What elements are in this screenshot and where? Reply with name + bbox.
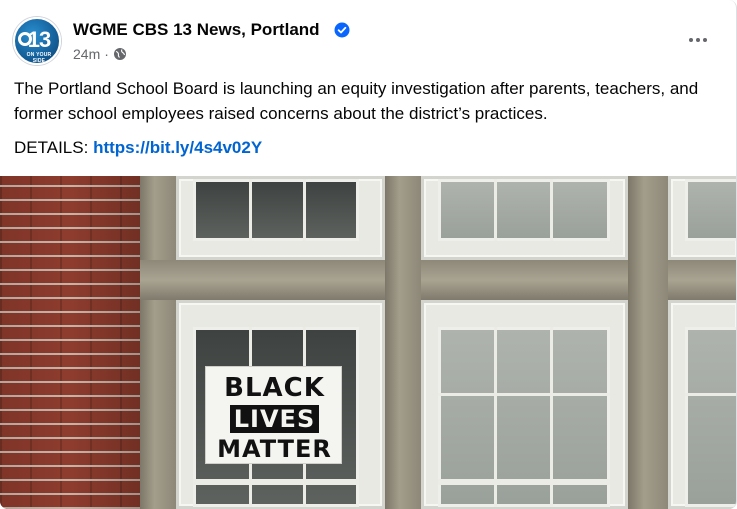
window-mullion: [303, 179, 306, 241]
window-mullion: [685, 393, 736, 396]
more-options-icon: [689, 38, 693, 42]
details-link[interactable]: https://bit.ly/4s4v02Y: [93, 138, 262, 157]
sign-line-2-text: LIVES: [229, 405, 320, 433]
window-mullion: [494, 179, 497, 241]
stone-column: [385, 176, 421, 509]
brick-wall-shade: [0, 176, 140, 509]
verified-badge-icon: [334, 22, 350, 38]
details-label: DETAILS:: [14, 138, 89, 157]
upper-window-pane: [193, 179, 359, 241]
page-avatar[interactable]: 13 ON YOUR SIDE: [13, 17, 61, 65]
window-sash: [438, 479, 610, 485]
sign-line-2: LIVES: [206, 405, 343, 433]
stone-column: [140, 176, 176, 509]
window-mullion: [438, 393, 610, 396]
lower-window-frame: [421, 300, 628, 509]
post-timestamp[interactable]: 24m: [73, 46, 100, 62]
sign-line-1: BLACK: [224, 373, 325, 403]
avatar-logo-tagline: ON YOUR SIDE: [26, 52, 52, 64]
more-options-button[interactable]: [680, 26, 716, 54]
avatar-logo-number: 13: [27, 27, 51, 52]
post-details-line: DETAILS: https://bit.ly/4s4v02Y: [14, 138, 262, 158]
lower-window-frame: [668, 300, 736, 509]
window-sash: [193, 479, 359, 485]
upper-window-pane: [685, 179, 736, 241]
facebook-post: 13 ON YOUR SIDE WGME CBS 13 News, Portla…: [0, 0, 737, 509]
page-name-link[interactable]: WGME CBS 13 News, Portland: [73, 20, 320, 40]
more-options-icon-dot: [703, 38, 707, 42]
stone-column: [628, 176, 668, 509]
globe-icon[interactable]: [113, 47, 127, 61]
window-mullion: [249, 179, 252, 241]
post-photo[interactable]: BLACK LIVES MATTER: [0, 176, 736, 509]
post-message: The Portland School Board is launching a…: [14, 79, 699, 123]
lower-window-pane: [685, 327, 736, 507]
post-meta: 24m ·: [73, 46, 127, 62]
upper-window-frame: [421, 176, 628, 260]
meta-separator: ·: [104, 46, 109, 62]
upper-window-pane: [438, 179, 610, 241]
upper-window-frame: [176, 176, 385, 260]
more-options-icon-dot: [696, 38, 700, 42]
window-mullion: [550, 179, 553, 241]
protest-sign: BLACK LIVES MATTER: [205, 366, 342, 464]
sign-line-3: MATTER: [217, 435, 332, 463]
upper-window-frame: [668, 176, 736, 260]
